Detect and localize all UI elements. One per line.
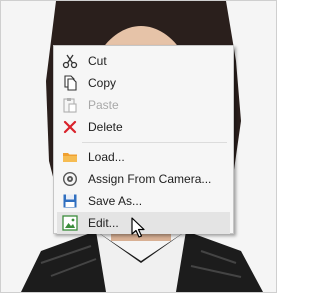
mouse-pointer-icon <box>131 217 145 238</box>
copy-icon <box>64 75 77 91</box>
menu-item-copy[interactable]: Copy <box>57 72 230 94</box>
menu-item-assign-from-camera[interactable]: Assign From Camera... <box>57 168 230 190</box>
menu-item-label: Assign From Camera... <box>88 172 212 186</box>
folder-icon <box>63 153 77 162</box>
menu-item-label: Copy <box>88 76 117 90</box>
menu-item-save-as[interactable]: Save As... <box>57 190 230 212</box>
camera-icon <box>62 171 78 187</box>
context-menu: Cut Copy Paste Delete Load... Assign Fro… <box>53 45 234 234</box>
menu-item-load[interactable]: Load... <box>57 146 230 168</box>
menu-item-label: Load... <box>88 150 125 164</box>
menu-item-paste[interactable]: Paste <box>57 94 230 116</box>
paste-icon <box>63 98 77 113</box>
save-disk-icon <box>63 194 77 208</box>
menu-item-label: Delete <box>88 120 123 134</box>
delete-x-icon <box>63 120 77 134</box>
menu-item-label: Cut <box>88 54 107 68</box>
menu-separator <box>82 142 227 143</box>
menu-item-delete[interactable]: Delete <box>57 116 230 138</box>
photo-frame: Cut Copy Paste Delete Load... Assign Fro… <box>0 0 277 293</box>
menu-item-label: Edit... <box>88 216 119 230</box>
edit-image-icon <box>62 215 78 231</box>
scissors-icon <box>62 54 78 69</box>
menu-item-cut[interactable]: Cut <box>57 50 230 72</box>
menu-item-label: Save As... <box>88 194 143 208</box>
menu-item-label: Paste <box>88 98 119 112</box>
